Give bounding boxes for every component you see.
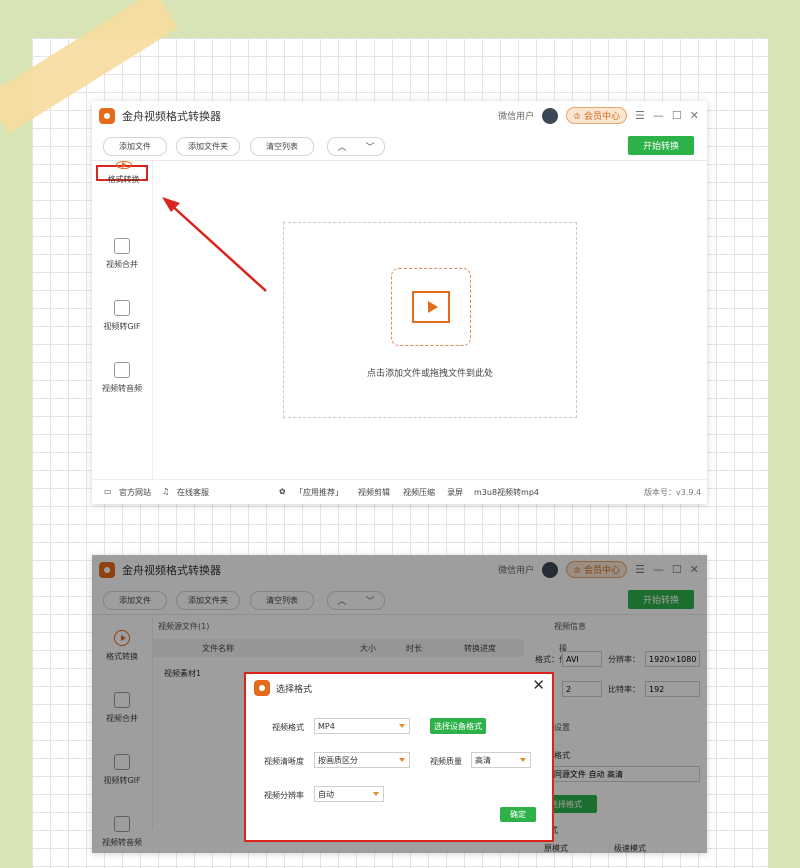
video-format-label: 视频格式 [272, 723, 304, 732]
clarity-label: 视频清晰度 [264, 757, 304, 766]
chevron-down-icon [520, 758, 526, 762]
chevron-down-icon [399, 758, 405, 762]
chevron-down-icon [373, 792, 379, 796]
quality-value: 高清 [475, 755, 491, 765]
ok-button[interactable]: 确定 [500, 807, 536, 822]
video-format-select[interactable]: MP4 [314, 718, 410, 734]
resolution-select[interactable]: 自动 [314, 786, 384, 802]
quality-select[interactable]: 高清 [471, 752, 531, 768]
dialog-title: 选择格式 [276, 684, 313, 695]
dialog-title-bar: 选择格式 [254, 680, 312, 696]
quality-label: 视频质量 [430, 757, 462, 766]
close-icon[interactable]: ✕ [532, 676, 545, 694]
resolution-label: 视频分辨率 [264, 791, 304, 800]
chevron-down-icon [399, 724, 405, 728]
clarity-select[interactable]: 按画质区分 [314, 752, 410, 768]
video-format-value: MP4 [318, 721, 335, 731]
resolution-value: 自动 [318, 789, 334, 799]
select-format-dialog: 选择格式 ✕ 视频格式 MP4 选择设备格式 视频清晰度 按画质区分 视频质量 … [244, 672, 554, 842]
select-device-format-button[interactable]: 选择设备格式 [430, 718, 486, 734]
app-logo-icon [254, 680, 270, 696]
clarity-value: 按画质区分 [318, 755, 358, 765]
